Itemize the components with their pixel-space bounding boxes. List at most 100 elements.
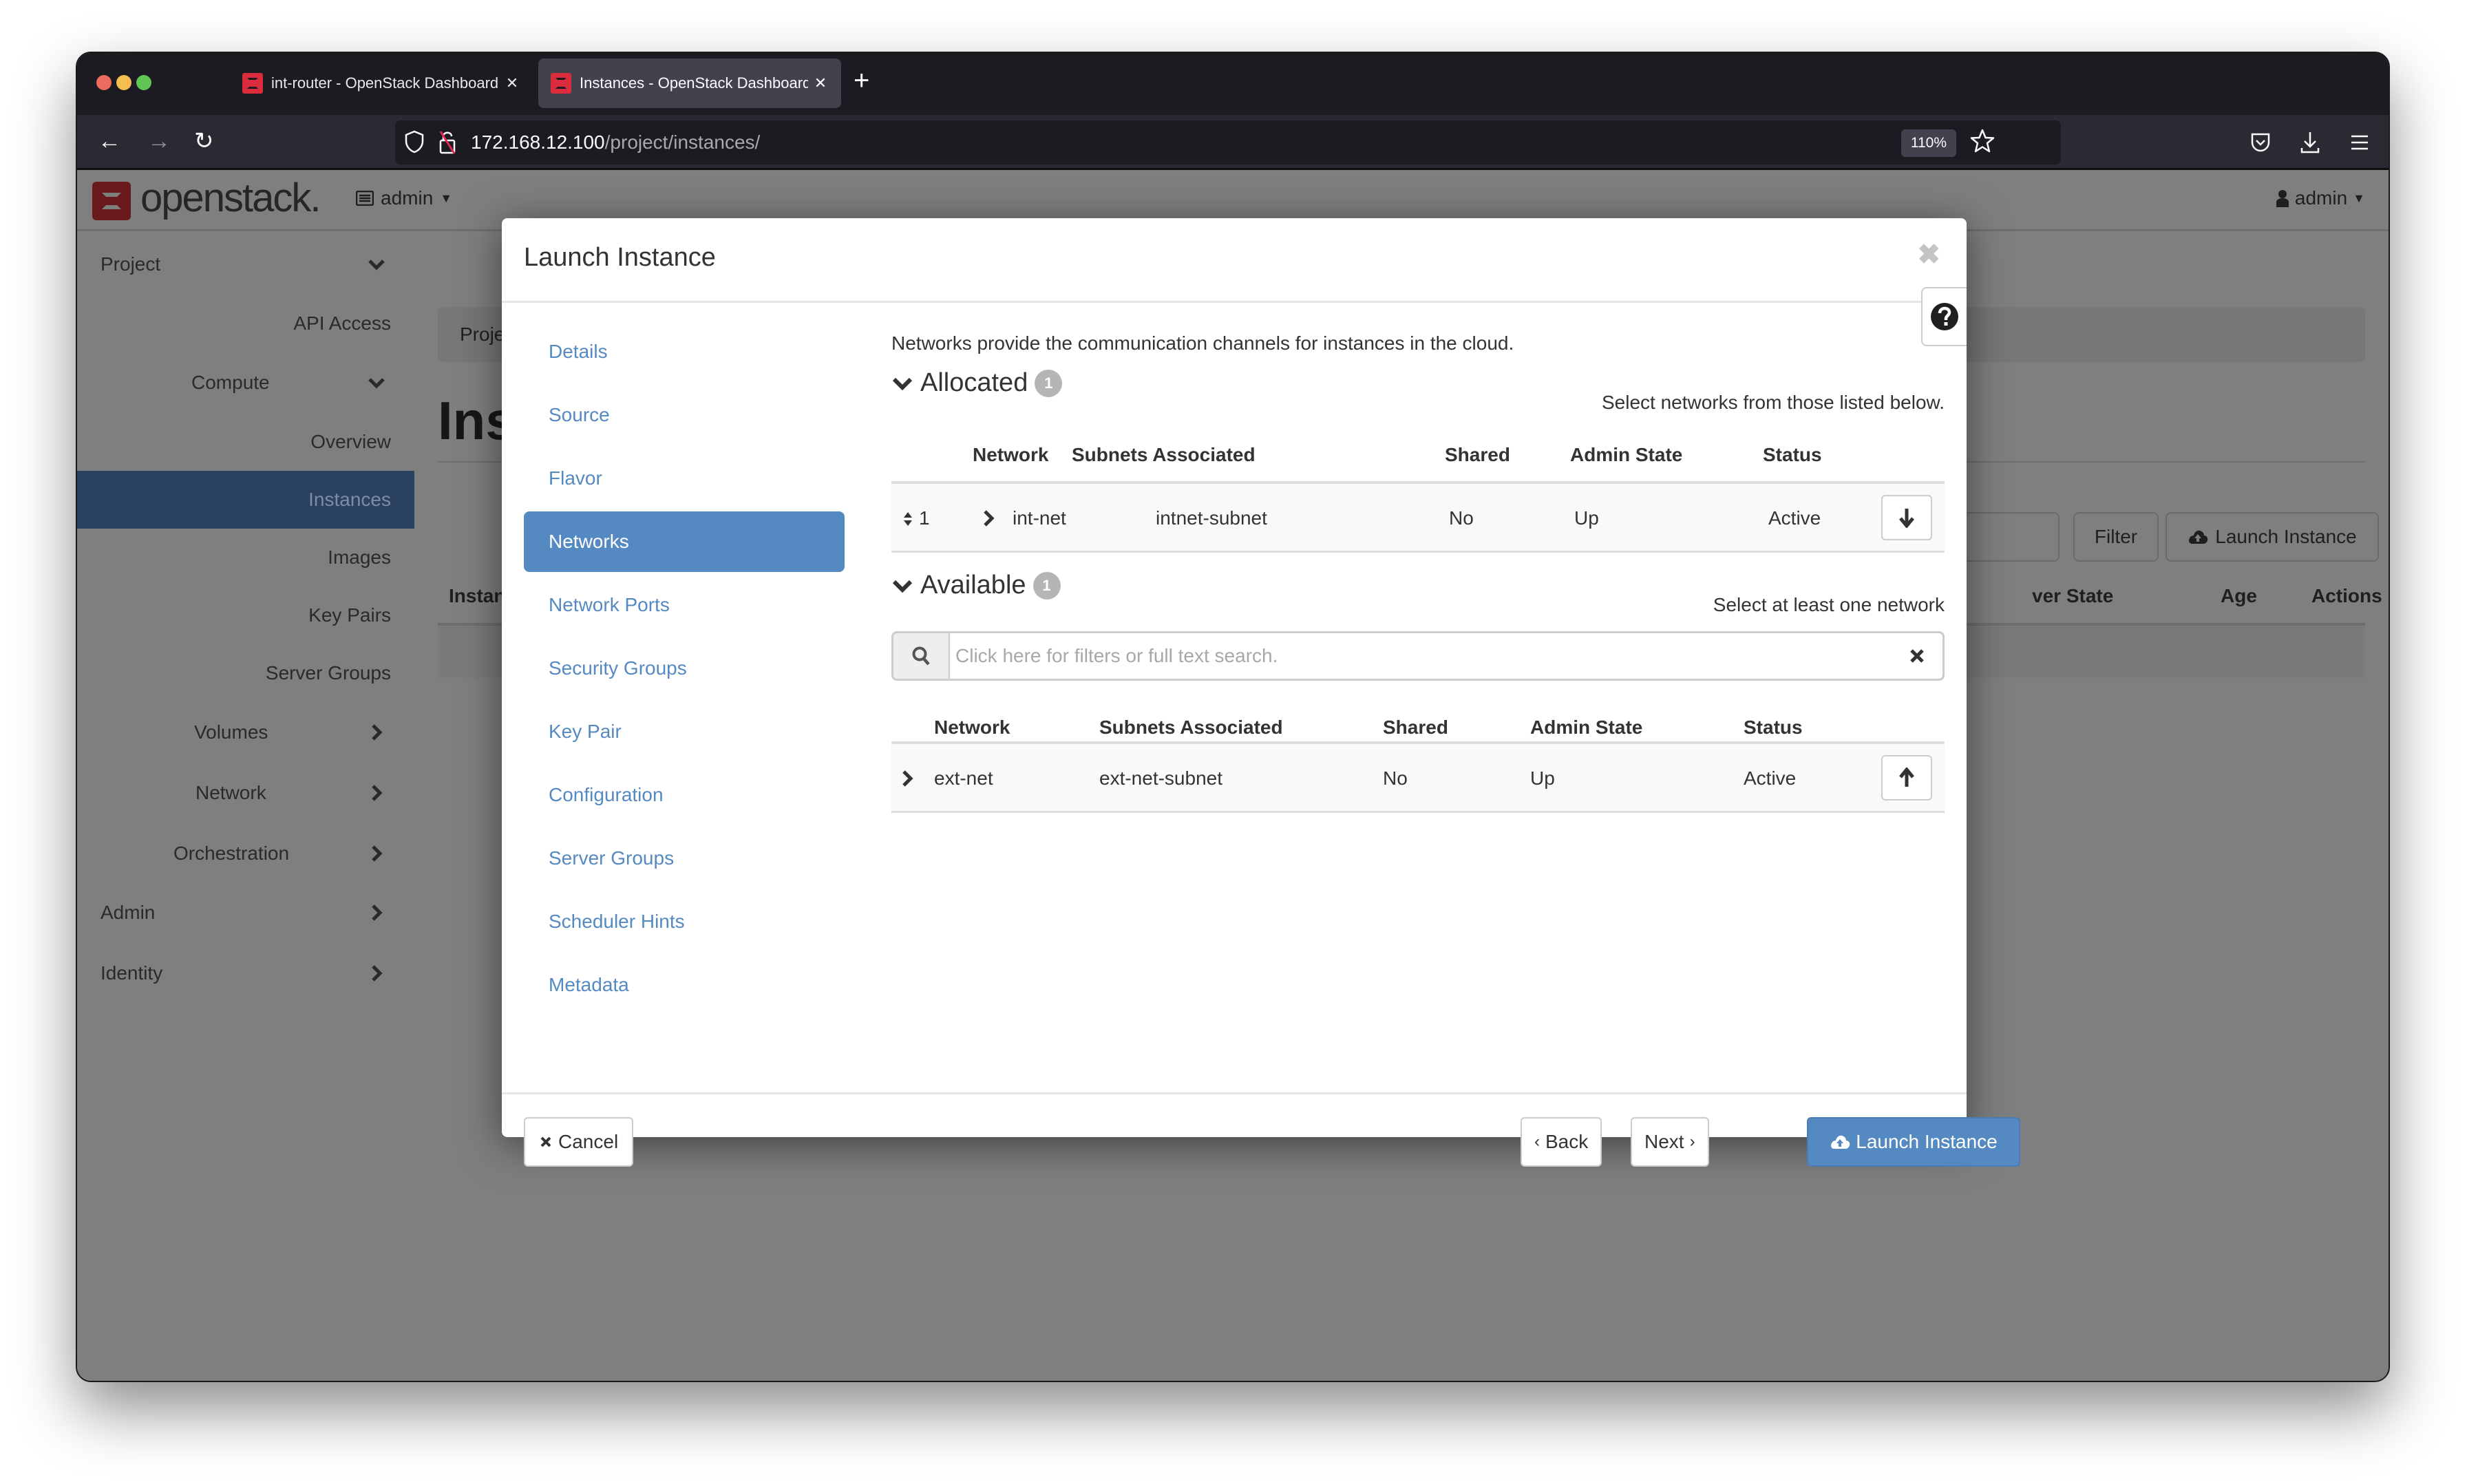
wizard-step-source[interactable]: Source	[524, 385, 845, 445]
cancel-button[interactable]: Cancel	[524, 1117, 634, 1167]
available-hint: Select at least one network	[1713, 594, 1945, 615]
wizard-step-network-ports[interactable]: Network Ports	[524, 575, 845, 635]
reorder-sort-icon[interactable]	[902, 510, 913, 528]
deallocate-network-button[interactable]	[1881, 495, 1932, 540]
openstack-logo-text[interactable]: openstack.	[140, 175, 321, 221]
allocated-hint: Select networks from those listed below.	[1601, 392, 1945, 413]
filter-button[interactable]: Filter	[2073, 512, 2159, 562]
sidebar-item-server-groups[interactable]: Server Groups	[77, 644, 414, 702]
cloud-upload-icon	[1831, 1135, 1850, 1149]
help-button[interactable]	[1921, 287, 1967, 346]
sidebar-item-orchestration[interactable]: Orchestration	[77, 825, 414, 882]
wizard-step-key-pair[interactable]: Key Pair	[524, 701, 845, 762]
allocated-network-row: 1 int-net intnet-subnet No Up Active	[891, 481, 1945, 553]
wizard-step-security-groups[interactable]: Security Groups	[524, 638, 845, 699]
new-tab-button[interactable]: +	[854, 67, 869, 94]
column-header-instance[interactable]: Instan	[449, 585, 505, 607]
sidebar-item-compute[interactable]: Compute	[77, 354, 414, 412]
modal-footer-divider	[502, 1092, 1967, 1094]
wizard-step-scheduler-hints[interactable]: Scheduler Hints	[524, 891, 845, 952]
column-header-admin-state: Admin State	[1570, 444, 1683, 465]
close-tab-icon[interactable]: ✕	[504, 74, 520, 92]
sidebar-item-instances[interactable]: Instances	[77, 471, 414, 529]
close-modal-icon[interactable]: ✖	[1917, 239, 1940, 271]
launch-instance-button-label: Launch Instance	[1856, 1131, 1998, 1152]
sidebar-item-volumes[interactable]: Volumes	[77, 703, 414, 761]
cell-status: Active	[1744, 767, 1797, 789]
available-search-input[interactable]	[955, 639, 1871, 673]
wizard-step-configuration[interactable]: Configuration	[524, 765, 845, 825]
allocated-section-toggle[interactable]: Allocated 1	[891, 368, 1063, 398]
sidebar-item-overview[interactable]: Overview	[77, 413, 414, 471]
filter-button-label: Filter	[2094, 526, 2138, 547]
clear-search-icon[interactable]	[1907, 646, 1927, 666]
search-addon	[893, 633, 950, 679]
openstack-logo-icon[interactable]	[92, 182, 131, 220]
browser-tab-int-router[interactable]: int-router - OpenStack Dashboard ✕	[230, 59, 533, 108]
cancel-button-label: Cancel	[558, 1131, 619, 1152]
address-bar[interactable]: 172.168.12.100/project/instances/ 110%	[395, 120, 2061, 165]
user-menu[interactable]: admin ▼	[2276, 187, 2365, 209]
sidebar-item-label: Instances	[308, 489, 391, 510]
column-header-shared: Shared	[1445, 444, 1510, 465]
url-path: /project/instances/	[604, 131, 761, 153]
back-arrow-icon[interactable]: ←	[98, 127, 121, 155]
openstack-favicon-icon	[242, 73, 263, 94]
question-circle-icon	[1931, 303, 1958, 330]
sidebar-item-key-pairs[interactable]: Key Pairs	[77, 586, 414, 644]
reload-icon[interactable]: ↻	[194, 127, 214, 155]
sidebar-item-api-access[interactable]: API Access	[77, 295, 414, 352]
back-button[interactable]: ‹ Back	[1521, 1117, 1602, 1167]
sidebar-item-images[interactable]: Images	[77, 529, 414, 586]
insecure-lock-icon[interactable]	[438, 129, 457, 155]
caret-down-icon: ▼	[2353, 191, 2365, 205]
bookmark-star-icon[interactable]	[1969, 127, 1996, 155]
zoom-window-button[interactable]	[136, 75, 151, 90]
forward-arrow-icon[interactable]: →	[147, 127, 171, 155]
column-header-age[interactable]: Age	[2221, 585, 2257, 607]
launch-instance-button[interactable]: Launch Instance	[1807, 1117, 2020, 1167]
column-header-power-state[interactable]: ver State	[2032, 585, 2113, 607]
close-tab-icon[interactable]: ✕	[812, 74, 829, 92]
column-header-admin-state: Admin State	[1530, 717, 1643, 738]
chevron-left-icon: ‹	[1534, 1132, 1540, 1151]
allocate-network-button[interactable]	[1881, 755, 1932, 801]
wizard-step-flavor[interactable]: Flavor	[524, 448, 845, 509]
sidebar-item-admin[interactable]: Admin	[77, 884, 414, 942]
wizard-step-metadata[interactable]: Metadata	[524, 955, 845, 1015]
sidebar-item-project[interactable]: Project	[77, 235, 414, 293]
hamburger-menu-icon[interactable]	[2346, 129, 2373, 156]
downloads-icon[interactable]	[2296, 129, 2324, 156]
project-selector[interactable]: admin ▼	[356, 187, 452, 209]
launch-instance-page-button[interactable]: Launch Instance	[2166, 512, 2379, 562]
browser-tab-instances[interactable]: Instances - OpenStack Dashboard ✕	[538, 59, 841, 108]
tracking-shield-icon[interactable]	[405, 130, 424, 153]
sidebar-item-identity[interactable]: Identity	[77, 944, 414, 1002]
networks-intro-text: Networks provide the communication chann…	[891, 332, 1514, 354]
allocated-count-badge: 1	[1035, 369, 1063, 397]
tab-bar: int-router - OpenStack Dashboard ✕ Insta…	[77, 53, 2389, 115]
chevron-down-icon	[892, 377, 913, 390]
next-button[interactable]: Next ›	[1631, 1117, 1709, 1167]
user-menu-label: admin	[2294, 187, 2348, 209]
pocket-icon[interactable]	[2247, 129, 2274, 156]
cell-admin-state: Up	[1574, 507, 1599, 529]
sidebar-item-network[interactable]: Network	[77, 764, 414, 822]
chevron-right-icon[interactable]	[981, 507, 997, 529]
wizard-step-networks[interactable]: Networks	[524, 511, 845, 572]
wizard-step-details[interactable]: Details	[524, 321, 845, 382]
instances-filter-input[interactable]	[1963, 512, 2060, 562]
allocated-table-header: Network Subnets Associated Shared Admin …	[891, 437, 1945, 476]
zoom-level-badge[interactable]: 110%	[1900, 129, 1956, 157]
sidebar-item-label: Compute	[191, 372, 270, 393]
close-window-button[interactable]	[96, 75, 112, 90]
minimize-window-button[interactable]	[116, 75, 131, 90]
wizard-step-server-groups[interactable]: Server Groups	[524, 828, 845, 889]
column-header-status: Status	[1763, 444, 1822, 465]
cell-subnets: ext-net-subnet	[1099, 767, 1222, 789]
chevron-right-icon[interactable]	[900, 767, 916, 789]
url-text: 172.168.12.100/project/instances/	[471, 131, 760, 153]
chevron-right-icon	[372, 845, 383, 862]
available-section-toggle[interactable]: Available 1	[891, 571, 1061, 600]
close-icon	[540, 1136, 551, 1147]
